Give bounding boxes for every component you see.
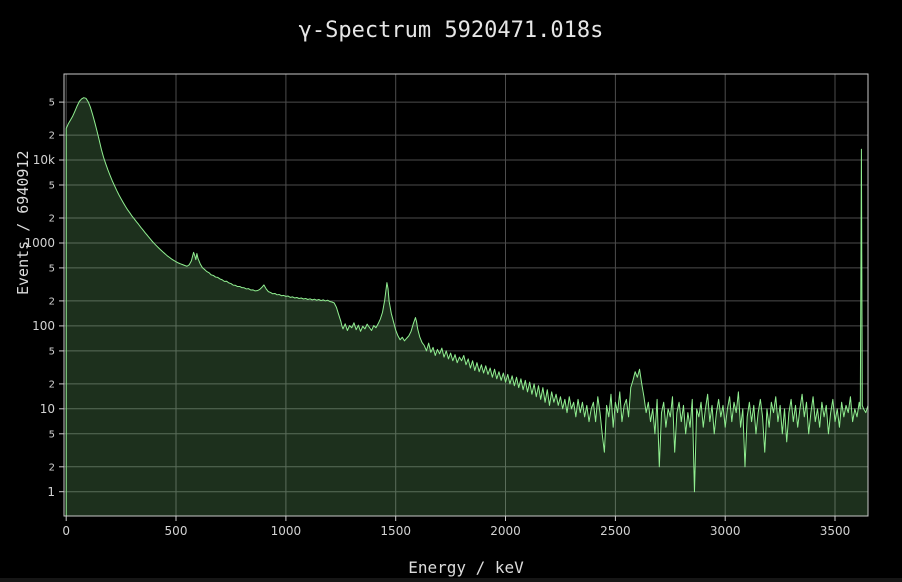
y-tick-label: 5 (49, 429, 55, 440)
y-tick-label: 10k (33, 153, 55, 167)
x-tick-label: 3000 (710, 524, 741, 538)
y-tick-label: 1 (47, 485, 55, 499)
x-tick-label: 1000 (271, 524, 302, 538)
y-tick-label: 2 (49, 379, 55, 390)
x-tick-label: 2000 (490, 524, 521, 538)
bottom-strip (0, 578, 902, 582)
y-tick-label: 10 (40, 402, 55, 416)
y-tick-label: 2 (49, 214, 55, 225)
y-tick-label: 100 (32, 319, 55, 333)
x-axis-title: Energy / keV (64, 558, 868, 577)
x-tick-label: 2500 (600, 524, 631, 538)
x-tick-label: 1500 (380, 524, 411, 538)
x-tick-label: 3500 (820, 524, 851, 538)
y-tick-label: 1000 (24, 236, 55, 250)
y-tick-label: 5 (49, 98, 55, 109)
x-tick-label: 0 (62, 524, 70, 538)
y-tick-label: 5 (49, 346, 55, 357)
y-tick-label: 2 (49, 296, 55, 307)
y-tick-label: 2 (49, 131, 55, 142)
y-tick-label: 5 (49, 181, 55, 192)
spectrum-plot-area[interactable]: 1 2 5 10 2 5 100 2 5 1000 2 5 10k 2 5 0 500 1000 1500 2000 2… (0, 0, 902, 582)
y-tick-label: 5 (49, 263, 55, 274)
x-tick-label: 500 (165, 524, 188, 538)
y-tick-label: 2 (49, 462, 55, 473)
app-window: γ-Spectrum 5920471.018s Events / 6940912… (0, 0, 902, 582)
